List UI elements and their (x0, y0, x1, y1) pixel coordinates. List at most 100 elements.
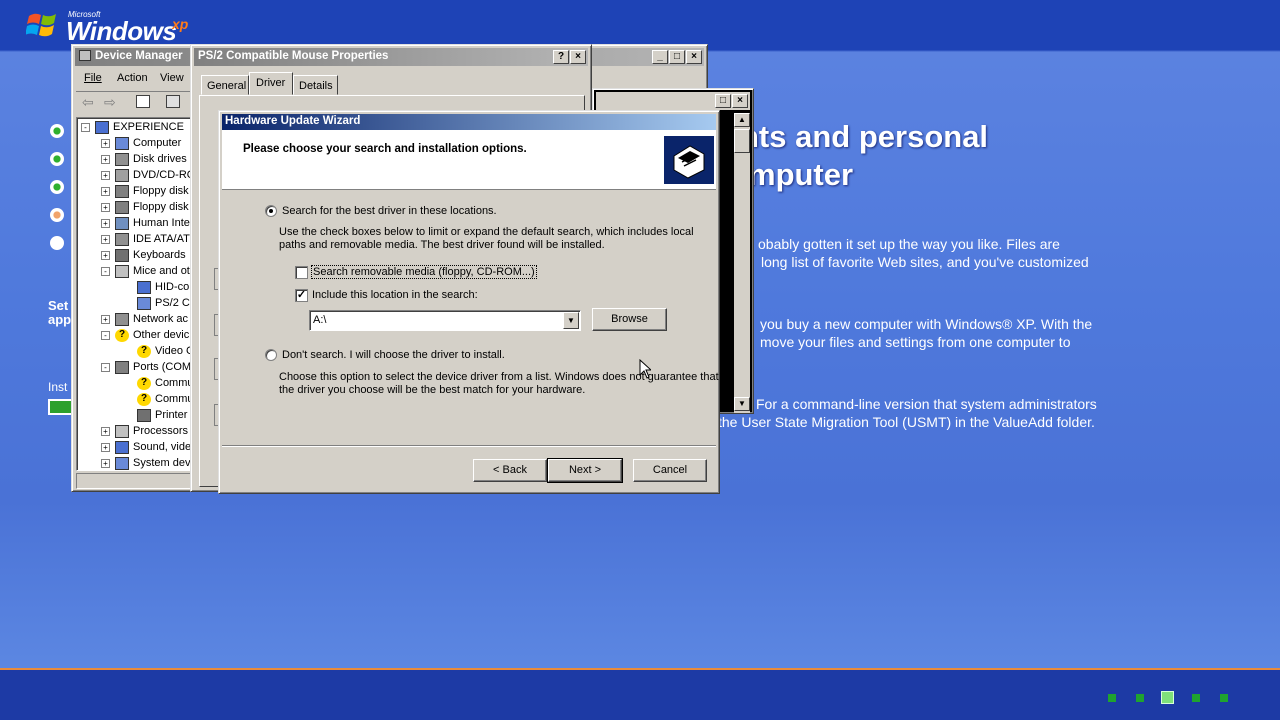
browse-button[interactable]: Browse (592, 308, 667, 331)
search-removable-media-label[interactable]: Search removable media (floppy, CD-ROM..… (311, 265, 537, 279)
include-location-checkbox[interactable]: ✓ (295, 289, 308, 302)
expand-icon[interactable]: + (101, 139, 110, 148)
vertical-scrollbar[interactable]: ▲ ▼ (734, 113, 750, 413)
next-button[interactable]: Next > (547, 458, 623, 483)
maximize-button[interactable]: □ (715, 94, 731, 108)
windows-xp-logo: Microsoft Windows xp (26, 6, 206, 46)
unknown-device-icon: ? (115, 329, 129, 342)
expand-icon[interactable]: + (101, 203, 110, 212)
step-indicator-todo (50, 236, 64, 250)
expand-icon[interactable]: + (101, 187, 110, 196)
expand-icon[interactable]: + (101, 459, 110, 468)
tree-item-label: Printer (155, 409, 188, 421)
expand-icon[interactable]: + (101, 155, 110, 164)
dont-search-radio[interactable] (265, 349, 277, 361)
tab-driver[interactable]: Driver (249, 72, 293, 95)
setup-footer-bar (0, 668, 1280, 720)
background-window-titlebar[interactable]: □ × (596, 92, 750, 110)
dropdown-arrow-icon[interactable]: ▼ (563, 312, 579, 329)
search-best-driver-radio[interactable] (265, 205, 277, 217)
progress-dot (1136, 694, 1144, 702)
dont-search-label[interactable]: Don't search. I will choose the driver t… (282, 349, 505, 361)
back-arrow-icon[interactable]: ⇦ (82, 94, 94, 111)
step-indicator-current (50, 208, 64, 222)
collapse-icon[interactable]: - (81, 123, 90, 132)
expand-icon[interactable]: + (101, 443, 110, 452)
close-button[interactable]: × (686, 50, 702, 64)
collapse-icon[interactable]: - (101, 267, 110, 276)
device-icon (115, 249, 129, 262)
device-icon (115, 153, 129, 166)
device-icon (137, 297, 151, 310)
window-title: PS/2 Compatible Mouse Properties (198, 50, 389, 62)
tree-item-label: DVD/CD-RO (133, 169, 192, 181)
properties-titlebar[interactable]: PS/2 Compatible Mouse Properties ? × (194, 48, 588, 66)
device-icon (115, 201, 129, 214)
cancel-button[interactable]: Cancel (633, 459, 707, 482)
device-icon (115, 185, 129, 198)
tree-item-label: Processors (133, 425, 189, 437)
help-button[interactable]: ? (553, 50, 569, 64)
tree-item-label: Other devic (133, 329, 190, 341)
hardware-update-wizard: Hardware Update Wizard Please choose you… (218, 110, 720, 494)
setup-steps (50, 124, 70, 264)
paragraph-line: move your files and settings from one co… (760, 334, 1071, 350)
tree-item-label: EXPERIENCE (113, 121, 184, 133)
search-removable-media-checkbox[interactable] (295, 266, 308, 279)
properties-icon[interactable] (166, 95, 180, 108)
tree-item-label: Network ac (133, 313, 189, 325)
progress-dot (1192, 694, 1200, 702)
minimize-button[interactable]: _ (652, 50, 668, 64)
unknown-device-icon: ? (137, 345, 151, 358)
maximize-button[interactable]: □ (669, 50, 685, 64)
expand-icon[interactable]: + (101, 219, 110, 228)
collapse-icon[interactable]: - (101, 363, 110, 372)
computer-icon (95, 121, 109, 134)
menu-action[interactable]: Action (117, 72, 148, 84)
status-bar (76, 473, 192, 489)
collapse-icon[interactable]: - (101, 331, 110, 340)
scroll-thumb[interactable] (734, 129, 750, 153)
wizard-heading: Please choose your search and installati… (243, 143, 527, 155)
toolbar: ⇦ ⇨ (76, 91, 192, 113)
progress-dot-current (1161, 691, 1174, 704)
scroll-down-arrow-icon[interactable]: ▼ (734, 397, 750, 411)
back-button[interactable]: < Back (473, 459, 547, 482)
expand-icon[interactable]: + (101, 235, 110, 244)
menu-file[interactable]: File (84, 72, 102, 84)
device-icon (137, 281, 151, 294)
include-location-label[interactable]: Include this location in the search: (312, 289, 478, 301)
tab-general[interactable]: General (201, 75, 249, 95)
setup-paragraph: obably gotten it set up the way you like… (758, 235, 1089, 271)
device-icon (137, 409, 151, 422)
scroll-up-arrow-icon[interactable]: ▲ (734, 113, 750, 127)
show-hide-tree-icon[interactable] (136, 95, 150, 108)
wizard-separator (222, 445, 716, 447)
tab-details[interactable]: Details (293, 75, 338, 95)
expand-icon[interactable]: + (101, 171, 110, 180)
device-tree[interactable]: - EXPERIENCE + Computer + Disk drives + DVD/CD-… (76, 117, 192, 471)
progress-dot (1108, 694, 1116, 702)
window-title: Hardware Update Wizard (225, 115, 361, 127)
location-combobox[interactable]: A:\ ▼ (309, 310, 581, 331)
forward-arrow-icon[interactable]: ⇨ (104, 94, 116, 111)
headline-line: nts and personal (740, 119, 989, 154)
device-icon (115, 233, 129, 246)
expand-icon[interactable]: + (101, 427, 110, 436)
tree-item-label: Commu (155, 393, 192, 405)
expand-icon[interactable]: + (101, 315, 110, 324)
search-best-driver-label[interactable]: Search for the best driver in these loca… (282, 205, 497, 217)
device-icon (115, 217, 129, 230)
option1-description: Use the check boxes below to limit or ex… (279, 226, 694, 238)
close-button[interactable]: × (570, 50, 586, 64)
close-button[interactable]: × (732, 94, 748, 108)
tree-item-label: HID-cor (155, 281, 192, 293)
device-icon (115, 265, 129, 278)
side-text: app (48, 312, 72, 327)
progress-dots (1108, 691, 1238, 706)
device-icon (115, 313, 129, 326)
properties-tabs: General Driver Details (201, 72, 521, 95)
expand-icon[interactable]: + (101, 251, 110, 260)
menu-view[interactable]: View (160, 72, 184, 84)
wizard-titlebar[interactable]: Hardware Update Wizard (222, 114, 716, 130)
